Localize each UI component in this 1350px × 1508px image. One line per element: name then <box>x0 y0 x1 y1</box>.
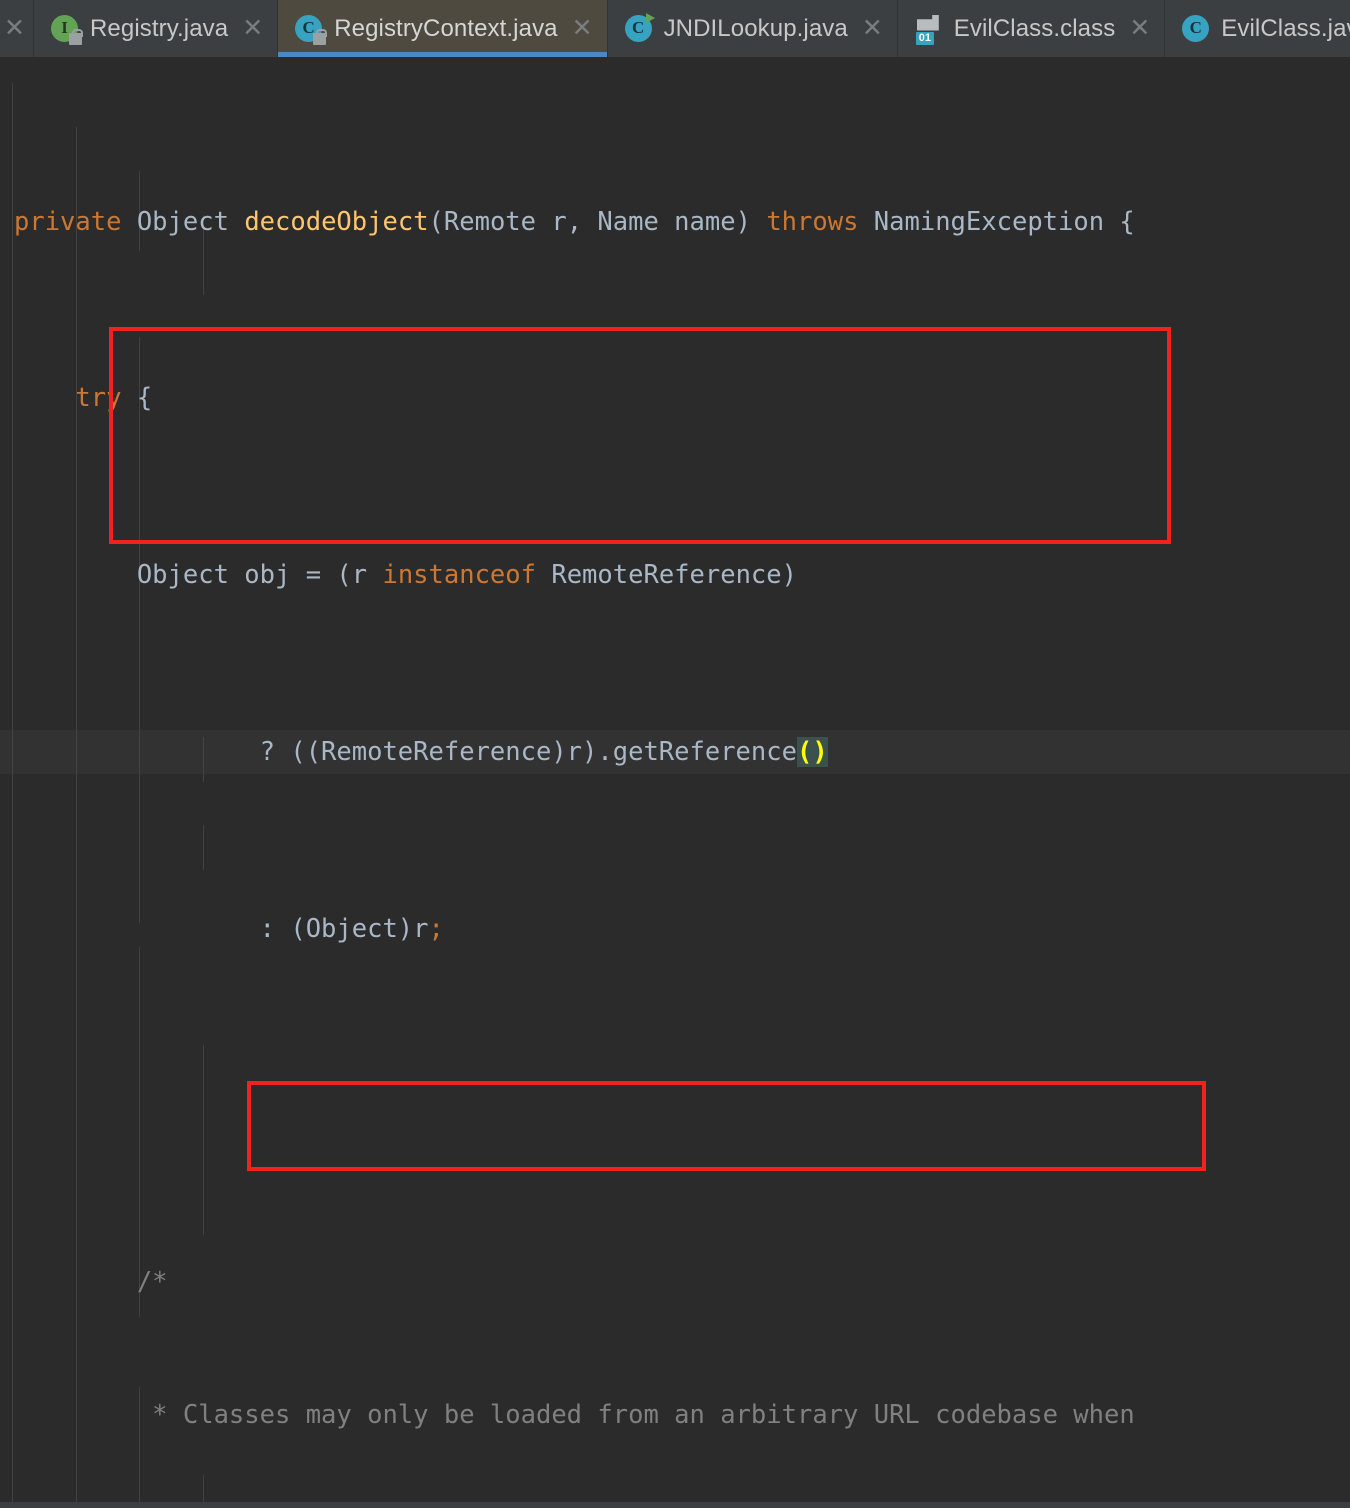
code-line: * Classes may only be loaded from an arb… <box>14 1399 1135 1430</box>
close-icon[interactable]: ✕ <box>568 16 593 41</box>
source-code[interactable]: private Object decodeObject(Remote r, Na… <box>0 57 1350 1508</box>
close-icon[interactable]: ✕ <box>1125 16 1150 41</box>
tab-partial-left[interactable]: ✕ <box>0 0 34 57</box>
code-line-caret: ? ((RemoteReference)r).getReference() <box>14 737 828 767</box>
close-icon[interactable]: ✕ <box>858 16 883 41</box>
java-interface-locked-icon: I <box>50 14 83 45</box>
code-line: try { <box>75 383 153 414</box>
java-class-icon: C <box>1181 14 1211 44</box>
code-editor[interactable]: private Object decodeObject(Remote r, Na… <box>0 57 1350 1508</box>
tab-label: Registry.java <box>90 14 229 42</box>
close-icon[interactable]: ✕ <box>0 16 25 41</box>
tab-label: EvilClass.java <box>1221 14 1350 42</box>
tab-jndilookup-java[interactable]: C JNDILookup.java ✕ <box>607 0 898 57</box>
tab-evilclass-class[interactable]: 01 EvilClass.class ✕ <box>897 0 1166 57</box>
editor-tab-bar: ✕ I Registry.java ✕ C RegistryContext.ja… <box>0 0 1350 57</box>
matched-bracket-pair: () <box>796 737 828 767</box>
tab-registry-java[interactable]: I Registry.java ✕ <box>34 0 279 57</box>
code-line: : (Object)r; <box>14 913 444 944</box>
tab-evilclass-java[interactable]: C EvilClass.java ✕ <box>1165 0 1350 57</box>
tab-label: RegistryContext.java <box>334 14 558 42</box>
java-runnable-class-icon: C <box>624 12 655 44</box>
editor-bottom-edge <box>0 1502 1350 1508</box>
code-line: private Object decodeObject(Remote r, Na… <box>14 206 1135 237</box>
code-line: Object obj = (r instanceof RemoteReferen… <box>14 560 797 591</box>
code-line: /* <box>14 1267 168 1298</box>
close-icon[interactable]: ✕ <box>238 16 263 41</box>
java-class-locked-icon: C <box>294 14 328 45</box>
tab-registrycontext-java[interactable]: C RegistryContext.java ✕ <box>278 0 608 57</box>
tab-label: JNDILookup.java <box>663 14 848 42</box>
java-compiled-class-icon: 01 <box>914 14 944 45</box>
tab-label: EvilClass.class <box>953 14 1116 42</box>
